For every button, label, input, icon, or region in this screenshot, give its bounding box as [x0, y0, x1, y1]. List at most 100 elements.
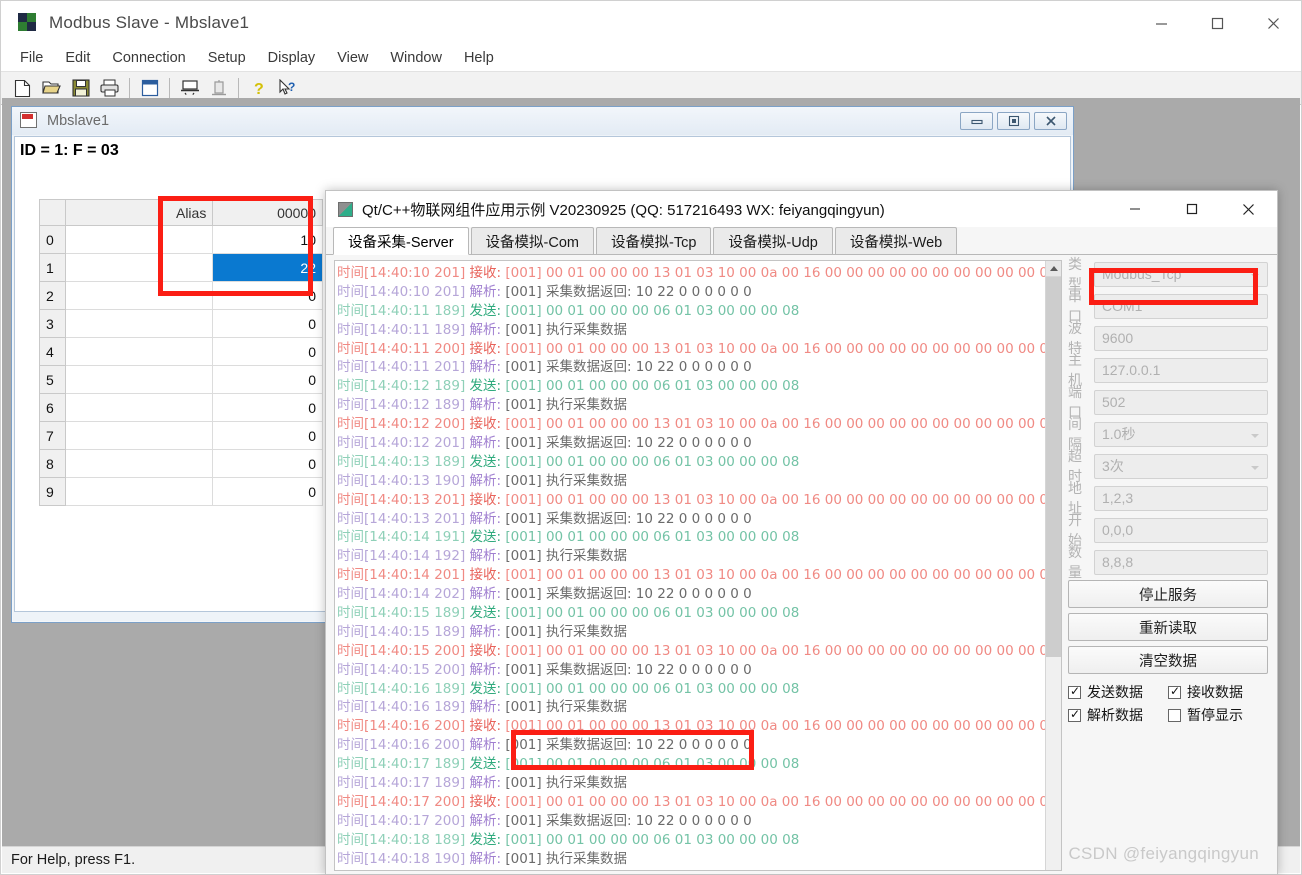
menu-item-connection[interactable]: Connection — [101, 48, 196, 68]
row-index: 4 — [39, 337, 66, 366]
form-row-baud-rate: 波特 9600 — [1068, 320, 1268, 356]
tab-device-sim-tcp[interactable]: 设备模拟-Tcp — [596, 227, 712, 254]
log-message: [001] 00 01 00 00 00 06 01 03 00 00 00 0… — [505, 453, 800, 470]
log-line: 时间[14:40:14 201] 接收: [001] 00 01 00 00 0… — [337, 566, 1061, 585]
value-cell[interactable]: 0 — [212, 393, 323, 422]
log-message: [001] 采集数据返回: 10 22 0 0 0 0 0 0 — [505, 737, 752, 754]
reload-button[interactable]: 重新读取 — [1068, 613, 1268, 641]
host-field[interactable]: 127.0.0.1 — [1094, 357, 1268, 383]
value-cell[interactable]: 0 — [212, 365, 323, 394]
alias-cell[interactable] — [64, 393, 214, 422]
mdi-minimize-button[interactable] — [960, 112, 993, 130]
alias-cell[interactable] — [64, 365, 214, 394]
log-kind-label: 解析: — [469, 586, 506, 603]
log-kind-label: 接收: — [469, 793, 506, 810]
value-cell[interactable]: 0 — [212, 309, 323, 338]
log-line: 时间[14:40:16 189] 解析: [001] 执行采集数据 — [337, 698, 1045, 717]
table-row[interactable]: 1 22 — [39, 253, 323, 282]
log-line: 时间[14:40:17 200] 解析: [001] 采集数据返回: 10 22… — [337, 812, 1045, 831]
value-cell[interactable]: 0 — [212, 477, 323, 506]
qt-window-title: Qt/C++物联网组件应用示例 V20230925 (QQ: 517216493… — [362, 201, 885, 219]
port-field[interactable]: 502 — [1094, 389, 1268, 415]
table-row[interactable]: 9 0 — [39, 477, 323, 506]
table-row[interactable]: 2 0 — [39, 281, 323, 310]
stop-service-button[interactable]: 停止服务 — [1068, 580, 1268, 608]
table-row[interactable]: 0 10 — [39, 225, 323, 254]
scroll-up-arrow-icon[interactable] — [1046, 261, 1061, 277]
maximize-button[interactable] — [1189, 1, 1245, 45]
value-cell[interactable]: 0 — [212, 337, 323, 366]
menu-item-file[interactable]: File — [9, 48, 54, 68]
pause-display-checkbox[interactable]: 暂停显示 — [1168, 705, 1268, 725]
table-row[interactable]: 7 0 — [39, 421, 323, 450]
table-row[interactable]: 5 0 — [39, 365, 323, 394]
log-line: 时间[14:40:18 190] 解析: [001] 执行采集数据 — [337, 850, 1045, 869]
mdi-restore-button[interactable] — [997, 112, 1030, 130]
parse-data-checkbox[interactable]: 解析数据 — [1068, 705, 1168, 725]
alias-cell[interactable] — [64, 421, 214, 450]
alias-cell[interactable] — [64, 337, 214, 366]
type-field[interactable]: Modbus_Tcp — [1094, 261, 1268, 287]
qt-app-window: Qt/C++物联网组件应用示例 V20230925 (QQ: 517216493… — [325, 190, 1278, 875]
tab-device-sim-udp[interactable]: 设备模拟-Udp — [713, 227, 833, 254]
minimize-button[interactable] — [1133, 1, 1189, 45]
table-row[interactable]: 3 0 — [39, 309, 323, 338]
receive-data-checkbox[interactable]: 接收数据 — [1168, 682, 1268, 702]
qt-maximize-button[interactable] — [1163, 191, 1220, 227]
log-message: [001] 执行采集数据 — [505, 699, 627, 716]
value-cell[interactable]: 0 — [212, 281, 323, 310]
address-field[interactable]: 1,2,3 — [1094, 485, 1268, 511]
qt-close-button[interactable] — [1220, 191, 1277, 227]
tab-device-sim-web[interactable]: 设备模拟-Web — [834, 227, 958, 254]
log-message: [001] 执行采集数据 — [505, 850, 627, 867]
tab-device-collect-server[interactable]: 设备采集-Server — [333, 227, 469, 255]
value-cell[interactable]: 10 — [212, 225, 323, 254]
table-row[interactable]: 6 0 — [39, 393, 323, 422]
log-message: [001] 00 01 00 00 00 13 01 03 10 00 0a 0… — [505, 793, 1062, 810]
qt-minimize-button[interactable] — [1106, 191, 1163, 227]
menu-item-window[interactable]: Window — [379, 48, 453, 68]
value-cell-selected[interactable]: 22 — [212, 253, 323, 282]
menu-item-help[interactable]: Help — [453, 48, 505, 68]
log-line: 时间[14:40:13 201] 接收: [001] 00 01 00 00 0… — [337, 491, 1061, 510]
table-row[interactable]: 4 0 — [39, 337, 323, 366]
baud-rate-field[interactable]: 9600 — [1094, 325, 1268, 351]
screen: Modbus Slave - Mbslave1 File Edit Connec… — [0, 0, 1302, 875]
alias-cell[interactable] — [64, 449, 214, 478]
alias-cell[interactable] — [64, 477, 214, 506]
log-timestamp: 时间[14:40:18 190] — [337, 850, 470, 867]
clear-data-button[interactable]: 清空数据 — [1068, 646, 1268, 674]
log-list[interactable]: 时间[14:40:10 201] 接收: [001] 00 01 00 00 0… — [335, 264, 1061, 870]
table-row[interactable]: 8 0 — [39, 449, 323, 478]
close-button[interactable] — [1245, 1, 1301, 45]
log-message: [001] 采集数据返回: 10 22 0 0 0 0 0 0 — [505, 586, 752, 603]
mdi-close-button[interactable] — [1034, 112, 1067, 130]
log-scrollbar[interactable] — [1045, 261, 1061, 870]
serial-port-field[interactable]: COM1 — [1094, 293, 1268, 319]
alias-cell[interactable] — [64, 225, 214, 254]
timeout-field[interactable]: 3次 — [1094, 453, 1268, 479]
menu-item-setup[interactable]: Setup — [197, 48, 257, 68]
menu-item-edit[interactable]: Edit — [54, 48, 101, 68]
value-cell[interactable]: 0 — [212, 449, 323, 478]
toolbar-separator — [129, 78, 130, 98]
row-index: 2 — [39, 281, 66, 310]
row-index: 3 — [39, 309, 66, 338]
log-kind-label: 解析: — [469, 472, 506, 489]
menu-item-view[interactable]: View — [326, 48, 379, 68]
log-timestamp: 时间[14:40:11 189] — [337, 302, 470, 319]
alias-cell[interactable] — [64, 309, 214, 338]
alias-cell[interactable] — [64, 281, 214, 310]
start-field[interactable]: 0,0,0 — [1094, 517, 1268, 543]
count-field[interactable]: 8,8,8 — [1094, 549, 1268, 575]
send-data-checkbox[interactable]: 发送数据 — [1068, 682, 1168, 702]
qt-window-controls — [1106, 191, 1277, 227]
value-cell[interactable]: 0 — [212, 421, 323, 450]
tab-device-sim-com[interactable]: 设备模拟-Com — [470, 227, 594, 254]
qt-titlebar: Qt/C++物联网组件应用示例 V20230925 (QQ: 517216493… — [326, 191, 1277, 227]
menu-item-display[interactable]: Display — [257, 48, 327, 68]
alias-cell[interactable] — [64, 253, 214, 282]
log-timestamp: 时间[14:40:10 201] — [337, 283, 470, 300]
scrollbar-thumb[interactable] — [1046, 277, 1061, 657]
interval-field[interactable]: 1.0秒 — [1094, 421, 1268, 447]
